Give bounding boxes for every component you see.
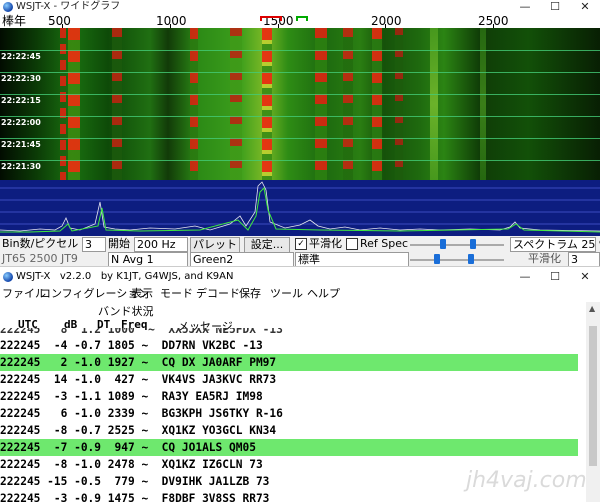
wsjtx-app-icon xyxy=(3,2,13,12)
table-row[interactable]: 222245 -3 -1.1 1089 ~ RA3Y EA5RJ IM98 xyxy=(0,388,578,405)
waterfall-timestamp: 22:22:30 xyxy=(1,74,41,83)
waterfall-separator xyxy=(0,94,600,95)
palette-select[interactable]: Green2 xyxy=(190,252,294,267)
gain-slider-track[interactable] xyxy=(410,244,504,246)
table-row[interactable]: 222245 -4 -0.7 1805 ~ DD7RN VK2BC -13 xyxy=(0,337,578,354)
waterfall-display[interactable]: 22:22:45 22:22:30 22:22:15 22:22:00 22:2… xyxy=(0,28,600,180)
scroll-up-icon[interactable]: ▲ xyxy=(589,304,595,313)
table-row-cq[interactable]: 222245 2 -1.0 1927 ~ CQ DX JA0ARF PM97 xyxy=(0,354,578,371)
scrollbar-thumb[interactable] xyxy=(589,326,597,466)
log-scrollbar[interactable]: ▲ xyxy=(586,302,600,502)
table-row-partial[interactable]: 222245 8 1.2 1000 ~ XX5JXX NE5FDX -13 xyxy=(0,328,578,337)
waterfall-separator xyxy=(0,160,600,161)
minimize-icon[interactable]: — xyxy=(510,270,540,284)
spectrum-mode-select[interactable]: 標準 xyxy=(295,252,409,267)
version-label: v2.2.0 xyxy=(59,271,92,282)
wsjtx-app-icon xyxy=(3,272,13,282)
gain-slider-handle-2[interactable] xyxy=(468,254,474,264)
band-activity-label: バンド状況 xyxy=(98,305,154,318)
tx-frequency-marker[interactable] xyxy=(260,16,282,21)
smooth-label: 平滑化 xyxy=(528,252,561,265)
table-row[interactable]: 222245 14 -1.0 427 ~ VK4VS JA3KVC RR73 xyxy=(0,371,578,388)
bins-per-pixel-spinbox[interactable]: 3 xyxy=(82,237,106,252)
waterfall-timestamp: 22:22:00 xyxy=(1,118,41,127)
menu-bar: ファイル コンフィグレーション 表示 モード デコード 保存 ツール ヘルプ xyxy=(0,286,600,302)
menu-decode[interactable]: デコード xyxy=(196,286,240,302)
wide-graph-title: WSJT-X - ワイドグラフ xyxy=(16,1,121,12)
table-row-cq[interactable]: 222245 -7 -0.9 947 ~ CQ JO1ALS QM05 xyxy=(0,439,578,456)
menu-mode[interactable]: モード xyxy=(160,286,193,302)
zero-slider-handle-2[interactable] xyxy=(434,254,440,264)
waterfall-timestamp: 22:22:15 xyxy=(1,96,41,105)
wide-graph-controls: Bin数/ピクセル 3 開始 200 Hz パレット 設定... ✓ 平滑化 R… xyxy=(0,236,600,267)
watermark: jh4vaj.com xyxy=(466,468,586,493)
waterfall-timestamp: 22:21:45 xyxy=(1,140,41,149)
start-frequency-spinbox[interactable]: 200 Hz xyxy=(134,237,188,252)
close-icon[interactable]: ✕ xyxy=(570,270,600,284)
mode-text: JT65 2500 JT9 xyxy=(2,252,78,265)
waterfall-separator xyxy=(0,50,600,51)
minimize-icon[interactable]: — xyxy=(510,0,540,14)
flatten-checkbox[interactable]: ✓ xyxy=(295,238,307,250)
waterfall-timestamp: 22:22:45 xyxy=(1,52,41,61)
menu-help[interactable]: ヘルプ xyxy=(307,286,340,302)
zero-slider-handle[interactable] xyxy=(470,239,476,249)
smooth-spinbox[interactable]: 3 xyxy=(568,252,600,267)
waterfall-separator xyxy=(0,72,600,73)
close-icon[interactable]: ✕ xyxy=(570,0,600,14)
band-activity-panel[interactable]: バンド状況 UTC dB DT Freq メッセージ 222245 8 1.2 … xyxy=(0,302,586,502)
n-avg-spinbox[interactable]: N Avg 1 xyxy=(108,252,188,267)
start-label: 開始 xyxy=(108,237,130,250)
wide-graph-titlebar: WSJT-X - ワイドグラフ — ☐ ✕ xyxy=(0,0,600,14)
ref-spec-label: Ref Spec xyxy=(360,237,409,250)
main-window-title: WSJT-X xyxy=(16,271,51,282)
menu-tools[interactable]: ツール xyxy=(270,286,303,302)
zero-slider-track[interactable] xyxy=(410,259,504,261)
freq-label-1000: 1000 xyxy=(156,14,187,28)
freq-label-2000: 2000 xyxy=(371,14,402,28)
waterfall-timestamp: 22:21:30 xyxy=(1,162,41,171)
spectrum-graph xyxy=(0,181,600,233)
palette-button[interactable]: パレット xyxy=(190,237,240,253)
flatten-label: 平滑化 xyxy=(309,237,342,250)
spectrum-display[interactable] xyxy=(0,180,600,236)
freq-label-500: 500 xyxy=(48,14,71,28)
spectrum-percent-spinbox[interactable]: スペクトラム 25 % xyxy=(510,237,600,252)
maximize-icon[interactable]: ☐ xyxy=(540,270,570,284)
waterfall-separator xyxy=(0,138,600,139)
waterfall-separator xyxy=(0,116,600,117)
credits-label: by K1JT, G4WJS, and K9AN xyxy=(100,271,234,282)
gain-slider-handle[interactable] xyxy=(440,239,446,249)
table-row[interactable]: 222245 6 -1.0 2339 ~ BG3KPH JS6TKY R-16 xyxy=(0,405,578,422)
menu-view[interactable]: 表示 xyxy=(131,286,153,302)
maximize-icon[interactable]: ☐ xyxy=(540,0,570,14)
settings-button[interactable]: 設定... xyxy=(244,237,290,253)
frequency-scale[interactable]: 棒年 500 1000 1500 2000 2500 xyxy=(0,14,600,29)
main-window-titlebar: WSJT-X v2.2.0 by K1JT, G4WJS, and K9AN —… xyxy=(0,266,600,287)
bins-per-pixel-label: Bin数/ピクセル xyxy=(2,237,79,250)
table-row[interactable]: 222245 -8 -0.7 2525 ~ XQ1KZ YO3GCL KN34 xyxy=(0,422,578,439)
rx-frequency-marker[interactable] xyxy=(296,16,308,21)
ref-spec-checkbox[interactable] xyxy=(346,238,358,250)
partial-label: 棒年 xyxy=(2,14,27,28)
menu-save[interactable]: 保存 xyxy=(239,286,261,302)
